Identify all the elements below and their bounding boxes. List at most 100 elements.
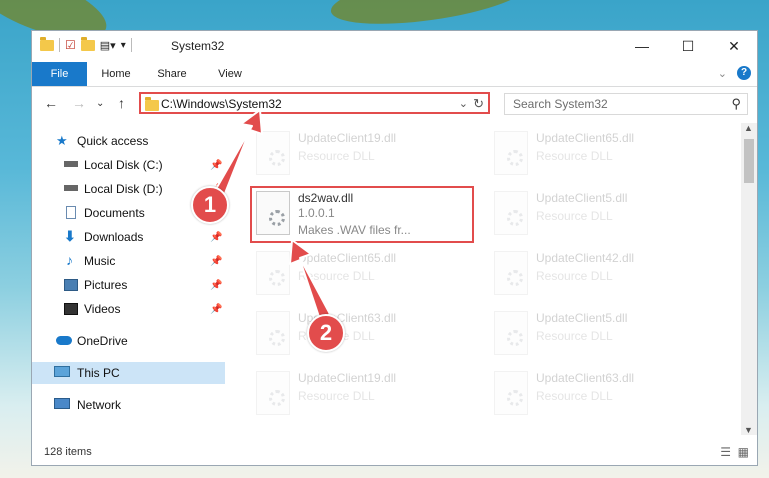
file-description: Resource DLL bbox=[298, 269, 375, 283]
up-arrow-icon[interactable]: ↑ bbox=[118, 95, 125, 111]
list-item[interactable]: UpdateClient65.dll Resource DLL bbox=[490, 127, 710, 183]
scrollbar-thumb[interactable] bbox=[744, 139, 754, 183]
pictures-icon bbox=[64, 279, 78, 291]
gear-icon bbox=[507, 330, 523, 346]
address-path: C:\Windows\System32 bbox=[161, 97, 282, 111]
videos-icon bbox=[64, 303, 78, 315]
sidebar-item-onedrive[interactable]: OneDrive bbox=[32, 330, 225, 352]
help-icon[interactable]: ? bbox=[737, 66, 751, 80]
list-item[interactable]: UpdateClient5.dll Resource DLL bbox=[490, 307, 710, 363]
step-1-badge: 1 bbox=[191, 186, 229, 224]
search-icon[interactable]: ⚲ bbox=[731, 96, 741, 112]
new-folder-icon[interactable] bbox=[80, 36, 95, 51]
item-count: 128 items bbox=[44, 446, 92, 458]
maximize-button[interactable]: ☐ bbox=[665, 31, 711, 61]
dll-file-icon bbox=[494, 371, 528, 415]
minimize-button[interactable]: — bbox=[619, 31, 665, 61]
sidebar-item-quick-access[interactable]: ★ Quick access bbox=[32, 130, 225, 152]
tab-view[interactable]: View bbox=[208, 62, 252, 86]
address-dropdown-icon[interactable]: ⌄ bbox=[459, 97, 468, 110]
gear-icon bbox=[507, 390, 523, 406]
sidebar-item-this-pc[interactable]: This PC bbox=[32, 362, 225, 384]
back-arrow-icon[interactable]: ← bbox=[44, 95, 58, 111]
download-icon: ⬇ bbox=[64, 228, 76, 244]
close-button[interactable]: ✕ bbox=[711, 31, 757, 61]
refresh-icon[interactable]: ↻ bbox=[473, 96, 484, 112]
properties-icon[interactable]: ☑ bbox=[65, 38, 76, 52]
list-item[interactable]: UpdateClient19.dll Resource DLL bbox=[252, 127, 472, 183]
file-name: UpdateClient19.dll bbox=[298, 131, 397, 145]
folder-icon bbox=[145, 97, 159, 111]
drive-icon bbox=[64, 185, 78, 191]
list-item[interactable]: UpdateClient65.dll Resource DLL bbox=[252, 247, 472, 303]
dropdown-icon[interactable]: ▾ bbox=[121, 40, 126, 51]
customize-icon[interactable]: ▤▾ bbox=[100, 39, 116, 52]
expand-ribbon-icon[interactable]: ⌄ bbox=[718, 67, 727, 80]
list-item[interactable]: UpdateClient63.dll Resource DLL bbox=[490, 367, 710, 423]
file-description: Resource DLL bbox=[536, 149, 613, 163]
divider bbox=[59, 38, 60, 52]
status-bar: 128 items ☰ ▦ bbox=[32, 443, 757, 465]
details-view-icon[interactable]: ☰ bbox=[720, 445, 731, 459]
gear-icon bbox=[507, 210, 523, 226]
pin-icon[interactable]: 📌 bbox=[210, 232, 222, 243]
folder-icon[interactable] bbox=[40, 36, 54, 51]
tab-file[interactable]: File bbox=[32, 62, 87, 86]
list-item[interactable]: UpdateClient63.dll Resource DLL bbox=[252, 307, 472, 363]
sidebar-item-network[interactable]: Network bbox=[32, 394, 225, 416]
file-description: Resource DLL bbox=[536, 389, 613, 403]
file-name: UpdateClient65.dll bbox=[298, 251, 397, 265]
cloud-icon bbox=[56, 336, 72, 345]
large-icons-view-icon[interactable]: ▦ bbox=[738, 445, 749, 459]
list-item[interactable]: UpdateClient19.dll Resource DLL bbox=[252, 367, 472, 423]
sidebar-item-label: Local Disk (C:) bbox=[84, 158, 163, 172]
dll-file-icon bbox=[256, 251, 290, 295]
file-description: Resource DLL bbox=[298, 389, 375, 403]
documents-icon bbox=[66, 206, 76, 219]
gear-icon bbox=[269, 330, 285, 346]
step-2-badge: 2 bbox=[307, 314, 345, 352]
address-bar[interactable]: C:\Windows\System32 ⌄ ↻ bbox=[139, 92, 490, 114]
sidebar-item-label: Music bbox=[84, 254, 116, 268]
list-item[interactable]: UpdateClient5.dll Resource DLL bbox=[490, 187, 710, 243]
scroll-down-icon[interactable]: ▼ bbox=[744, 425, 753, 435]
file-description: Resource DLL bbox=[536, 329, 613, 343]
pin-icon[interactable]: 📌 bbox=[210, 280, 222, 291]
dll-file-icon bbox=[494, 131, 528, 175]
palm-leaf bbox=[327, 0, 533, 34]
file-name: UpdateClient5.dll bbox=[536, 191, 628, 205]
star-icon: ★ bbox=[56, 133, 68, 148]
explorer-window: ☑ ▤▾ ▾ System32 — ☐ ✕ File Home Share Vi… bbox=[31, 30, 758, 466]
sidebar-item-label: Downloads bbox=[84, 230, 144, 244]
network-icon bbox=[54, 398, 70, 409]
file-list: UpdateClient19.dll Resource DLL UpdateCl… bbox=[242, 123, 742, 435]
ribbon-controls: ⌄ ? bbox=[718, 66, 751, 80]
sidebar-item-label: Quick access bbox=[77, 134, 149, 148]
vertical-scrollbar[interactable]: ▲ ▼ bbox=[741, 123, 757, 435]
sidebar-item-videos[interactable]: Videos 📌 bbox=[32, 298, 225, 320]
dll-file-icon bbox=[494, 251, 528, 295]
pin-icon[interactable]: 📌 bbox=[210, 160, 222, 171]
file-name: UpdateClient5.dll bbox=[536, 311, 628, 325]
sidebar-item-label: Documents bbox=[84, 206, 145, 220]
title-bar: ☑ ▤▾ ▾ System32 — ☐ ✕ bbox=[32, 31, 757, 62]
list-item[interactable]: UpdateClient42.dll Resource DLL bbox=[490, 247, 710, 303]
address-row: ← → ⌄ ↑ C:\Windows\System32 ⌄ ↻ Search S… bbox=[32, 87, 757, 121]
forward-arrow-icon[interactable]: → bbox=[72, 95, 86, 111]
computer-icon bbox=[54, 366, 70, 377]
sidebar-item-pictures[interactable]: Pictures 📌 bbox=[32, 274, 225, 296]
scroll-up-icon[interactable]: ▲ bbox=[744, 123, 753, 133]
dll-file-icon bbox=[494, 311, 528, 355]
tab-share[interactable]: Share bbox=[150, 62, 194, 86]
pin-icon[interactable]: 📌 bbox=[210, 256, 222, 267]
recent-dropdown-icon[interactable]: ⌄ bbox=[96, 98, 104, 109]
navigation-pane: ★ Quick access Local Disk (C:) 📌 Local D… bbox=[32, 126, 225, 426]
tab-home[interactable]: Home bbox=[94, 62, 138, 86]
search-input[interactable]: Search System32 ⚲ bbox=[504, 93, 748, 115]
sidebar-item-label: Local Disk (D:) bbox=[84, 182, 163, 196]
sidebar-item-local-disk-c[interactable]: Local Disk (C:) 📌 bbox=[32, 154, 225, 176]
sidebar-item-downloads[interactable]: ⬇ Downloads 📌 bbox=[32, 226, 225, 248]
pin-icon[interactable]: 📌 bbox=[210, 304, 222, 315]
gear-icon bbox=[269, 390, 285, 406]
sidebar-item-music[interactable]: ♪ Music 📌 bbox=[32, 250, 225, 272]
